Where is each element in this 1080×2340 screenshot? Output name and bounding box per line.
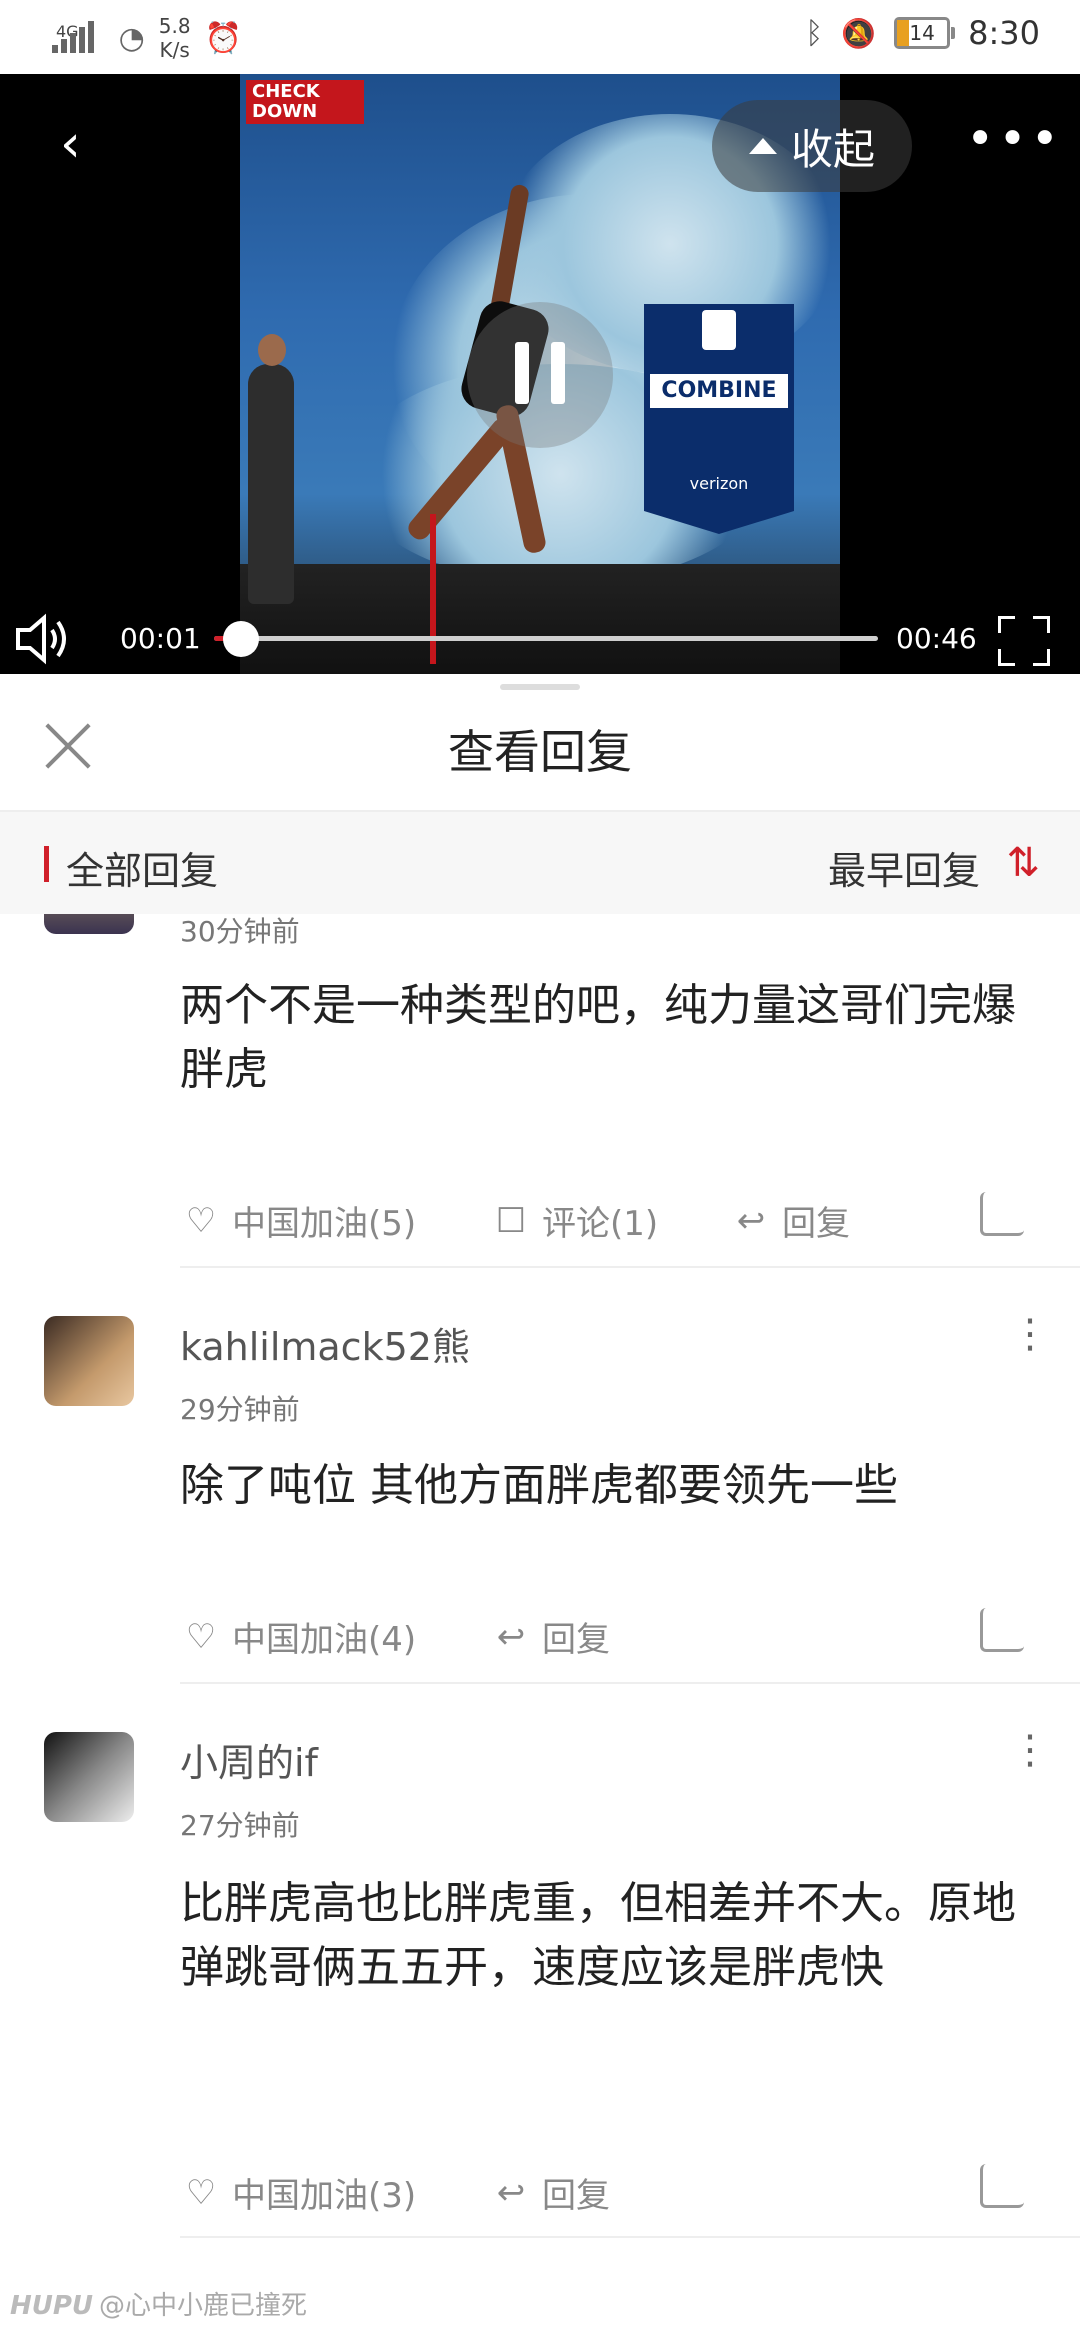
status-left: 4G ◔ 5.8 K/s ⏰: [52, 14, 242, 62]
watermark: HUPU @心中小鹿已撞死: [10, 2285, 307, 2322]
like-count: 中国加油(4): [232, 1620, 417, 1660]
reply-label: 回复: [542, 2176, 610, 2216]
comment-time: 27分钟前: [180, 1809, 300, 1842]
comment-list[interactable]: 30分钟前 两个不是一种类型的吧，纯力量这哥们完爆胖虎 ♡ 中国加油(5) ☐ 评论…: [0, 914, 1080, 2284]
like-count: 中国加油(5): [232, 1204, 417, 1244]
avatar[interactable]: [44, 1732, 134, 1822]
share-icon[interactable]: [980, 1608, 1024, 1652]
clock: 8:30: [968, 14, 1040, 52]
watermark-text: @心中小鹿已撞死: [99, 2291, 308, 2321]
reply-arrow-icon: ↩: [496, 2172, 526, 2213]
comment-actions: ♡ 中国加油(3) ↩ 回复: [180, 2158, 1040, 2218]
divider: [180, 1266, 1080, 1268]
comment-text: 两个不是一种类型的吧，纯力量这哥们完爆胖虎: [180, 980, 1016, 1095]
volume-icon: [16, 613, 66, 665]
back-button[interactable]: ‹: [60, 114, 120, 174]
avatar[interactable]: [44, 1316, 134, 1406]
reply-arrow-icon: ↩: [736, 1200, 766, 1241]
like-button[interactable]: ♡ 中国加油(5): [180, 1196, 416, 1245]
progress-knob[interactable]: [222, 621, 259, 657]
video-controls: 00:01 00:46: [0, 594, 1080, 674]
kebab-menu-icon[interactable]: ⋮: [1010, 1730, 1050, 1770]
comment-actions: ♡ 中国加油(4) ↩ 回复: [180, 1602, 1040, 1662]
comment-button[interactable]: ☐ 评论(1): [490, 1196, 658, 1245]
fullscreen-button[interactable]: [998, 616, 1050, 666]
drag-handle[interactable]: [500, 684, 580, 690]
comment-username[interactable]: kahlilmack52熊: [180, 1316, 470, 1371]
pause-icon: [515, 342, 529, 404]
avatar[interactable]: [44, 914, 134, 934]
reply-label: 回复: [542, 1620, 610, 1660]
reply-button[interactable]: ↩ 回复: [730, 1196, 850, 1245]
triangle-up-icon: [748, 138, 777, 154]
sheet-header: 查看回复: [0, 694, 1080, 812]
combine-label: COMBINE: [650, 374, 788, 408]
more-button[interactable]: •••: [966, 114, 1059, 174]
mute-bell-icon: 🔕: [841, 16, 877, 50]
sort-arrows-icon[interactable]: ⇅: [1006, 840, 1040, 886]
alarm-icon: ⏰: [204, 20, 242, 56]
volume-button[interactable]: [14, 612, 74, 666]
pause-button[interactable]: [467, 302, 613, 448]
status-bar: 4G ◔ 5.8 K/s ⏰ ᛒ 🔕 14 8:30: [0, 0, 1080, 74]
duration: 00:46: [896, 622, 977, 655]
sponsor-label: verizon: [689, 474, 749, 493]
progress-track[interactable]: [214, 621, 878, 657]
speed-unit: K/s: [159, 38, 190, 62]
reply-button[interactable]: ↩ 回复: [490, 1612, 610, 1661]
watermark-brand: HUPU: [10, 2291, 94, 2321]
kebab-menu-icon[interactable]: ⋮: [1010, 1314, 1050, 1354]
comment-text: 比胖虎高也比胖虎重，但相差并不大。原地弹跳哥俩五五开，速度应该是胖虎快: [180, 1878, 1016, 1993]
battery-icon: 14: [894, 17, 956, 49]
sheet-title: 查看回复: [448, 725, 632, 779]
share-icon[interactable]: [980, 1192, 1024, 1236]
like-count: 中国加油(3): [232, 2176, 417, 2216]
divider: [180, 2236, 1080, 2238]
comment-actions: ♡ 中国加油(5) ☐ 评论(1) ↩ 回复: [180, 1186, 1040, 1246]
comment-text: 除了吨位 其他方面胖虎都要领先一些: [180, 1460, 898, 1511]
share-icon[interactable]: [980, 2164, 1024, 2208]
collapse-button[interactable]: 收起: [712, 100, 912, 192]
nfl-shield-icon: [702, 310, 736, 350]
checkdown-logo: CHECK DOWN: [246, 80, 364, 124]
comment-username[interactable]: 小周的if: [180, 1732, 318, 1787]
like-button[interactable]: ♡ 中国加油(3): [180, 2168, 416, 2217]
reply-button[interactable]: ↩ 回复: [490, 2168, 610, 2217]
cheer-icon: ♡: [185, 1616, 217, 1657]
filter-all-replies[interactable]: 全部回复: [66, 840, 218, 895]
bystander: [248, 334, 294, 604]
comment-count: 评论(1): [542, 1204, 659, 1244]
comment-time: 29分钟前: [180, 1393, 300, 1426]
sort-earliest[interactable]: 最早回复: [828, 840, 980, 895]
nfl-combine-sign: COMBINE verizon: [644, 304, 794, 534]
cheer-icon: ♡: [185, 2172, 217, 2213]
current-time: 00:01: [120, 622, 201, 655]
status-right: ᛒ 🔕 14 8:30: [805, 14, 1040, 52]
cheer-icon: ♡: [185, 1200, 217, 1241]
wifi-icon: ◔: [118, 20, 145, 56]
like-button[interactable]: ♡ 中国加油(4): [180, 1612, 416, 1661]
collapse-label: 收起: [790, 124, 875, 174]
filter-accent-mark: [44, 846, 49, 882]
comment-bubble-icon: ☐: [495, 1200, 527, 1241]
signal-icon: [52, 21, 98, 55]
more-dots-icon: •••: [966, 111, 1063, 167]
video-player[interactable]: CHECK DOWN COMBINE verizon ‹ 收起 ••• 00:0…: [0, 74, 1080, 674]
comment-time: 30分钟前: [180, 915, 300, 948]
chevron-left-icon: ‹: [60, 114, 81, 174]
speed-value: 5.8: [158, 14, 191, 38]
filter-bar: 全部回复 最早回复 ⇅: [0, 812, 1080, 914]
net-speed: 5.8 K/s: [159, 14, 191, 62]
divider: [180, 1682, 1080, 1684]
reply-arrow-icon: ↩: [496, 1616, 526, 1657]
bluetooth-icon: ᛒ: [805, 15, 824, 51]
reply-label: 回复: [782, 1204, 850, 1244]
battery-level: 14: [909, 21, 935, 45]
